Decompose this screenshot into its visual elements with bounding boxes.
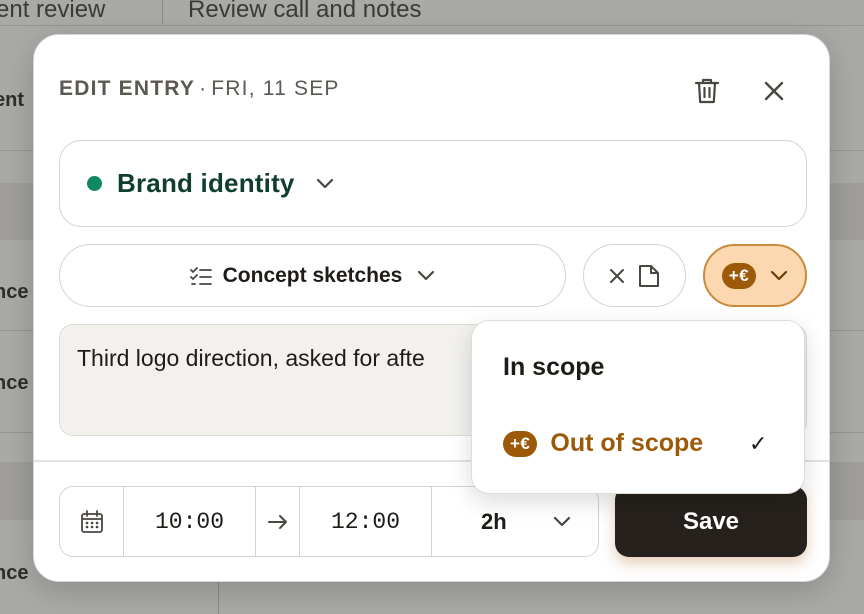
scope-dropdown-menu: In scope +€ Out of scope ✓ [471, 320, 805, 494]
menu-item-in-scope[interactable]: In scope [503, 353, 604, 382]
edit-entry-modal: EDIT ENTRY · FRI, 11 SEP Brand identity Co… [33, 34, 830, 582]
bg-column-header: Review call and notes [188, 0, 422, 23]
title-separator: · [199, 77, 208, 100]
arrow-right-icon [256, 487, 300, 556]
close-button[interactable] [754, 71, 794, 111]
date-picker-button[interactable] [60, 487, 124, 556]
bg-divider [0, 25, 864, 26]
scope-toggle-button[interactable]: +€ [703, 244, 807, 307]
bg-column-divider [218, 582, 219, 614]
modal-heading: EDIT ENTRY [59, 77, 196, 100]
bg-row-label: nce [0, 281, 29, 303]
close-icon [764, 81, 784, 101]
delete-button[interactable] [687, 71, 727, 111]
checklist-icon [189, 266, 212, 285]
task-label: Concept sketches [222, 263, 403, 287]
bg-row-label: ent [0, 89, 24, 111]
attachment-toggle-button[interactable] [583, 244, 686, 307]
trash-icon [694, 78, 720, 104]
entry-date: FRI, 11 SEP [211, 77, 340, 100]
document-icon [638, 264, 659, 287]
out-of-scope-badge: +€ [721, 262, 757, 289]
end-time-value: 12:00 [330, 508, 400, 535]
duration-select[interactable]: 2h [432, 487, 597, 556]
bg-column-header: ent review [0, 0, 106, 23]
start-time-value: 10:00 [154, 508, 224, 535]
bg-row-label: nce [0, 372, 29, 394]
end-time-input[interactable]: 12:00 [300, 487, 432, 556]
bg-column-divider [162, 0, 163, 25]
checkmark-icon: ✓ [749, 431, 768, 456]
calendar-icon [80, 509, 103, 533]
out-of-scope-badge: +€ [503, 430, 538, 457]
task-select[interactable]: Concept sketches [59, 244, 566, 307]
chevron-down-icon [771, 270, 788, 281]
start-time-input[interactable]: 10:00 [124, 487, 256, 556]
chevron-down-icon [418, 270, 435, 280]
modal-title: EDIT ENTRY · FRI, 11 SEP [59, 77, 340, 101]
project-color-dot [87, 176, 102, 191]
out-of-scope-label: Out of scope [550, 429, 704, 457]
duration-value: 2h [481, 508, 507, 534]
chevron-down-icon [315, 178, 335, 190]
project-select[interactable]: Brand identity [59, 140, 807, 227]
in-scope-label: In scope [503, 353, 605, 381]
save-button[interactable]: Save [615, 486, 807, 557]
time-range-bar: 10:00 12:00 2h [59, 486, 599, 557]
chevron-down-icon [553, 516, 571, 526]
project-label: Brand identity [117, 168, 295, 198]
menu-item-out-of-scope[interactable]: +€ Out of scope [503, 429, 703, 458]
bg-row-label: nce [0, 562, 29, 584]
close-icon [609, 268, 624, 283]
